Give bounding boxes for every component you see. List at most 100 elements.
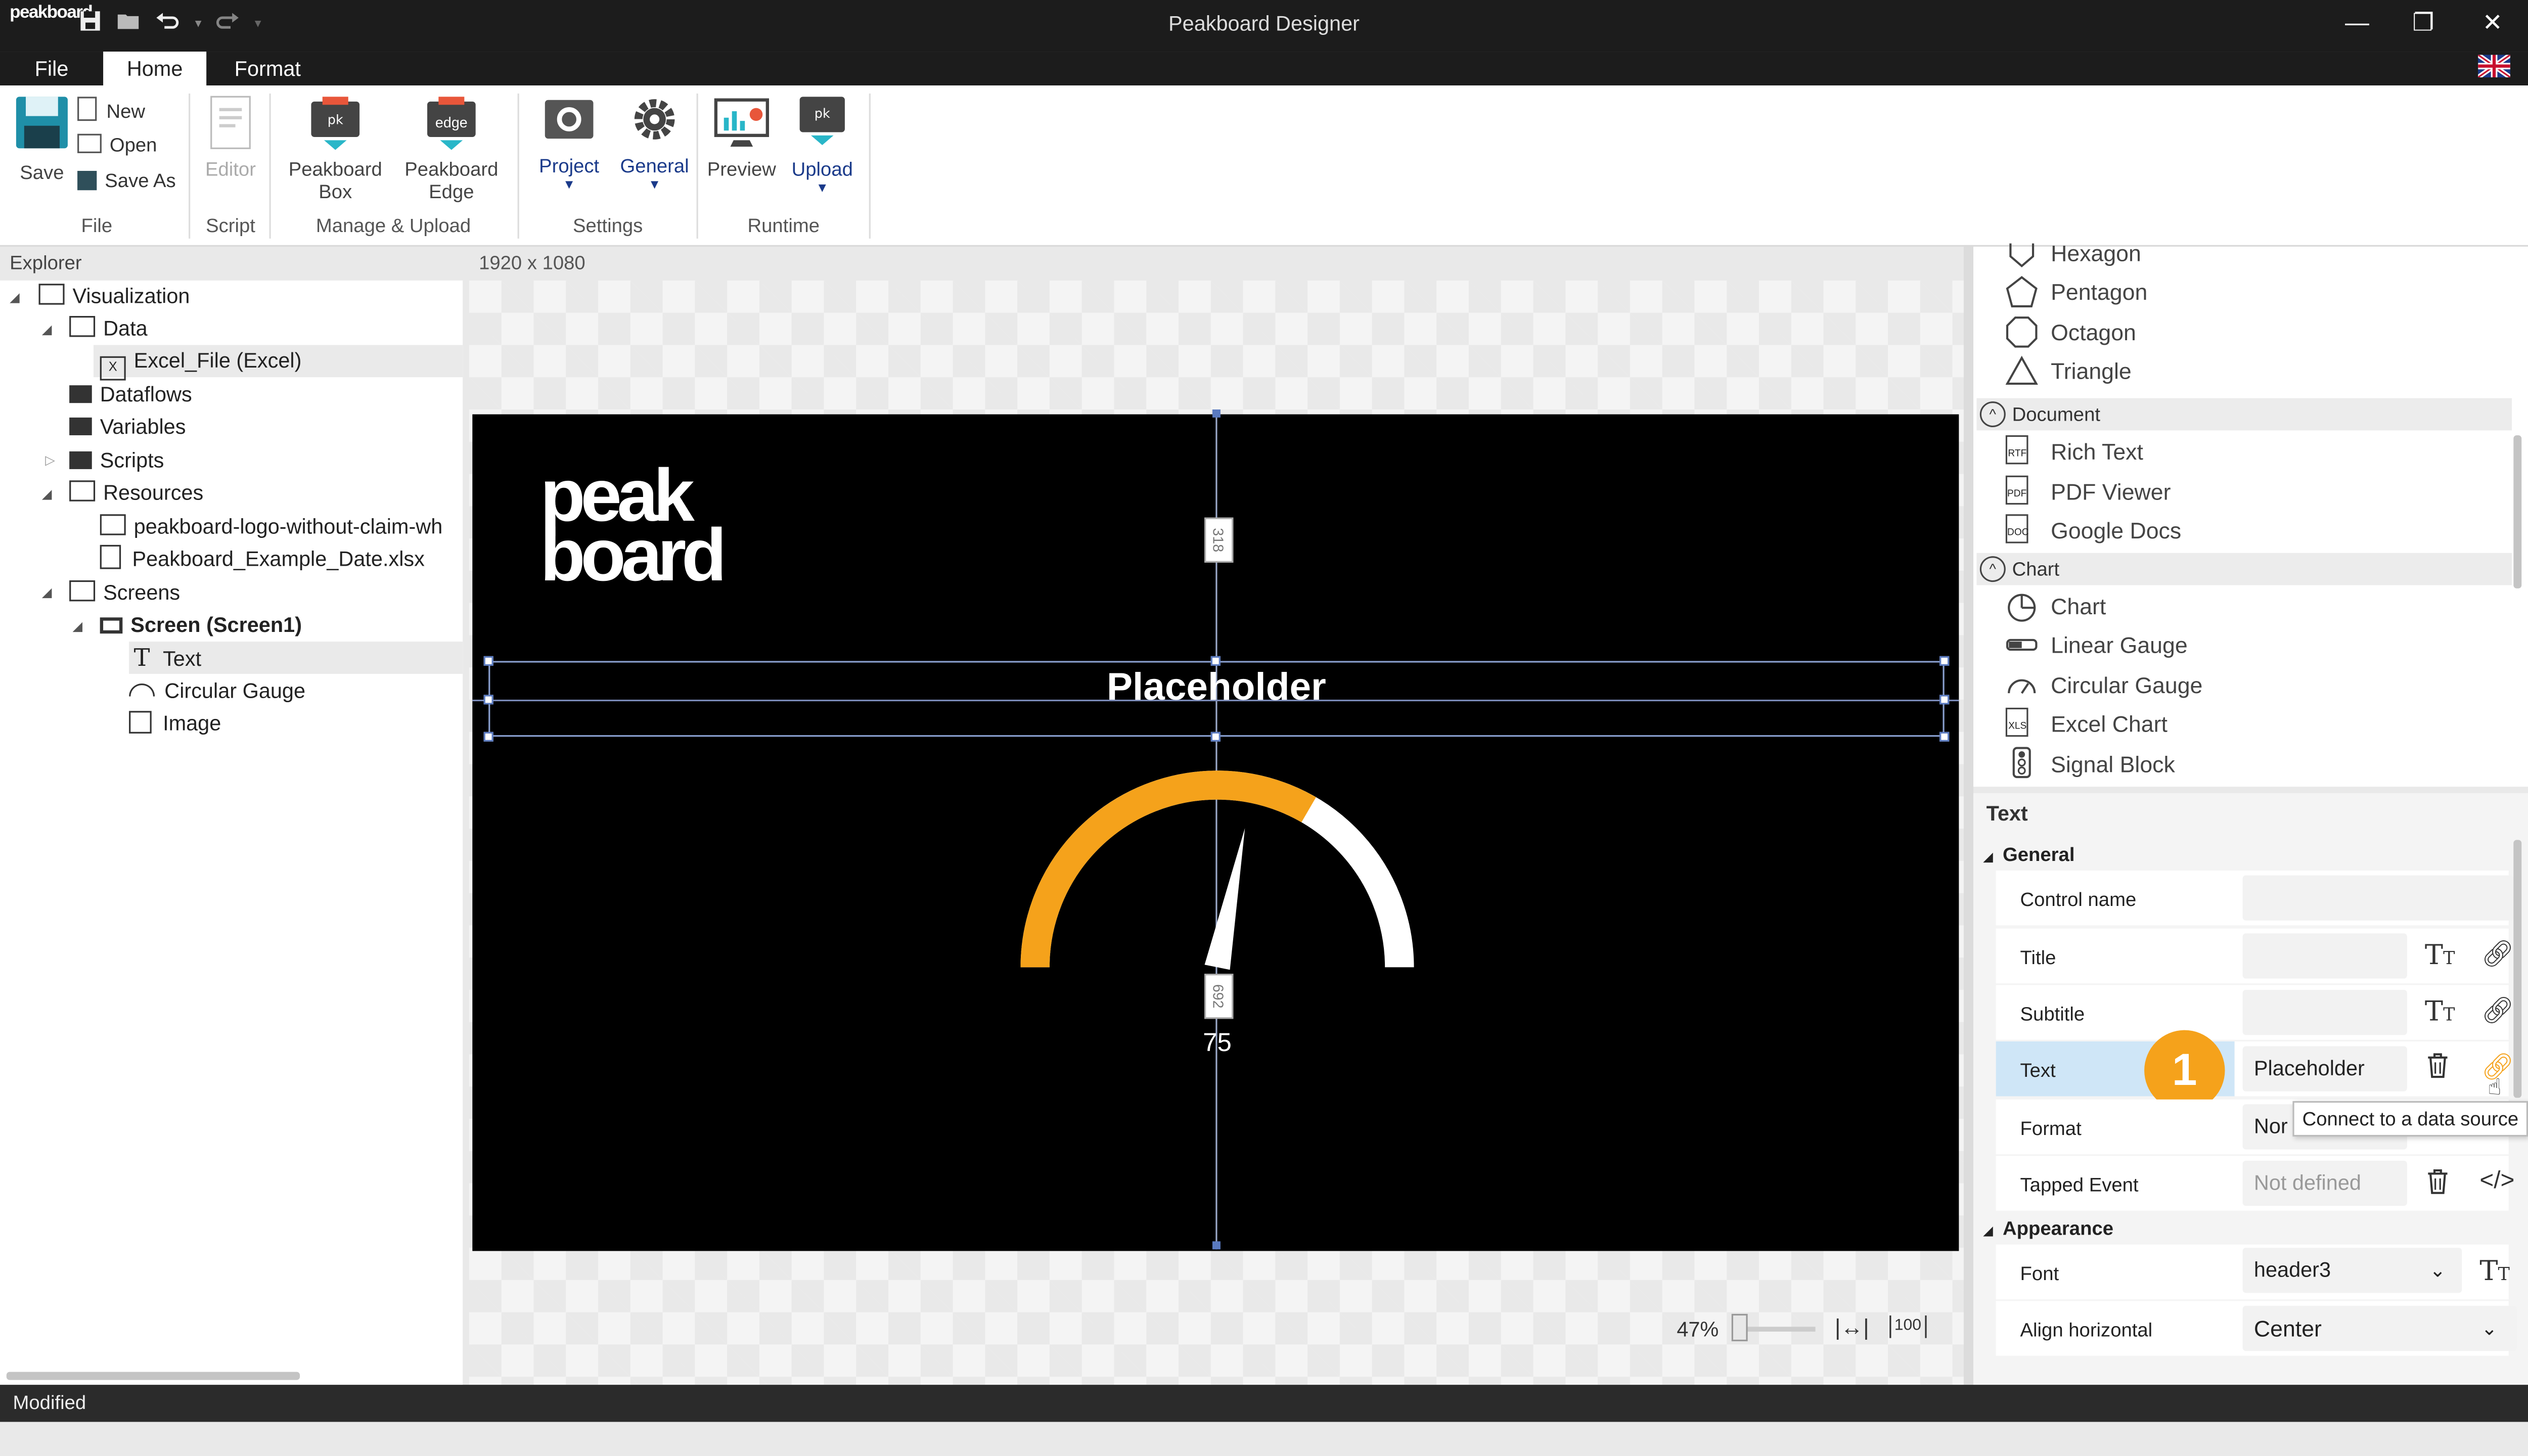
- tree-item-screens[interactable]: Screens: [69, 577, 180, 610]
- zoom-slider-track[interactable]: [1738, 1327, 1816, 1332]
- trash-icon[interactable]: [2426, 1169, 2449, 1195]
- expand-screens-icon[interactable]: ◢: [42, 585, 52, 600]
- actual-size-icon[interactable]: 100: [1889, 1315, 1926, 1338]
- text-input[interactable]: Placeholder: [2242, 1046, 2407, 1091]
- minimize-button[interactable]: —: [2333, 7, 2381, 42]
- general-button[interactable]: General ▼: [617, 95, 692, 192]
- open-button[interactable]: Open: [77, 133, 157, 156]
- save-as-button[interactable]: Save As: [77, 169, 176, 192]
- tree-item-scripts[interactable]: Scripts: [69, 445, 164, 477]
- tree-item-label: Excel_File (Excel): [133, 348, 302, 373]
- text-style-icon[interactable]: TT: [2479, 1256, 2510, 1288]
- toolbox-item-google-docs[interactable]: Google Docs: [2051, 518, 2181, 543]
- resize-handle[interactable]: [483, 732, 493, 742]
- section-label: Document: [2012, 403, 2101, 426]
- tree-item-text[interactable]: T Text: [129, 642, 463, 674]
- expand-scripts-icon[interactable]: ▷: [45, 453, 55, 468]
- group-appearance-header[interactable]: ◢ Appearance: [1983, 1217, 2113, 1240]
- tab-format[interactable]: Format: [222, 52, 313, 85]
- expand-data-icon[interactable]: ◢: [42, 323, 52, 337]
- toolbox-item-circular-gauge[interactable]: Circular Gauge: [2051, 672, 2202, 698]
- guide-handle-bottom[interactable]: [1212, 1241, 1221, 1250]
- collapse-triangle-icon: ◢: [1983, 849, 1993, 864]
- group-general-header[interactable]: ◢ General: [1983, 843, 2074, 866]
- link-icon[interactable]: 🔗︎: [2481, 994, 2514, 1027]
- tree-item-label: Screen (Screen1): [130, 612, 302, 637]
- tree-item-visualization[interactable]: Visualization: [38, 281, 190, 313]
- language-flag-icon[interactable]: [2478, 55, 2510, 78]
- resize-handle[interactable]: [483, 656, 493, 666]
- toolbox-item-chart[interactable]: Chart: [2051, 593, 2106, 619]
- toolbox-item-hexagon[interactable]: Hexagon: [2051, 240, 2141, 266]
- tree-item-dataflows[interactable]: Dataflows: [69, 379, 192, 411]
- trash-icon[interactable]: [2426, 1053, 2449, 1078]
- tab-home[interactable]: Home: [103, 52, 207, 86]
- tree-item-logo-resource[interactable]: peakboard-logo-without-claim-wh: [100, 511, 463, 543]
- expand-resources-icon[interactable]: ◢: [42, 487, 52, 502]
- project-button[interactable]: Project ▼: [532, 95, 606, 192]
- font-select[interactable]: header3 ⌄: [2242, 1248, 2462, 1293]
- resize-handle[interactable]: [1939, 732, 1950, 742]
- code-editor-icon[interactable]: </>: [2479, 1167, 2514, 1195]
- tree-item-excel-file[interactable]: X Excel_File (Excel): [93, 345, 463, 381]
- peakboard-edge-button[interactable]: edge Peakboard Edge: [400, 95, 503, 203]
- toolbox-section-chart[interactable]: ^ Chart: [1976, 553, 2512, 585]
- toolbox-item-excel-chart[interactable]: Excel Chart: [2051, 711, 2168, 737]
- monitor-icon: [100, 617, 123, 634]
- align-select[interactable]: Center ⌄: [2242, 1305, 2517, 1351]
- control-name-input[interactable]: [2242, 875, 2514, 921]
- tab-file[interactable]: File: [19, 52, 84, 85]
- title-input[interactable]: [2242, 933, 2407, 979]
- link-icon[interactable]: 🔗︎: [2481, 938, 2514, 971]
- tapped-event-input[interactable]: Not defined: [2242, 1160, 2407, 1206]
- explorer-horizontal-scrollbar[interactable]: [6, 1372, 300, 1380]
- resize-handle[interactable]: [483, 695, 493, 705]
- tree-item-circular-gauge[interactable]: Circular Gauge: [129, 675, 305, 708]
- resize-handle[interactable]: [1210, 732, 1221, 742]
- toolbox-section-document[interactable]: ^ Document: [1976, 398, 2512, 431]
- toolbox-item-linear-gauge[interactable]: Linear Gauge: [2051, 632, 2188, 658]
- xls-tag: XLS: [2008, 722, 2027, 732]
- peakboard-logo-image[interactable]: peak board: [540, 458, 782, 602]
- toolbox-item-pentagon[interactable]: Pentagon: [2051, 279, 2147, 305]
- expand-screen1-icon[interactable]: ◢: [72, 619, 82, 633]
- placeholder-text[interactable]: Placeholder: [488, 666, 1944, 711]
- tree-item-screen1[interactable]: Screen (Screen1): [100, 609, 302, 642]
- fit-width-icon[interactable]: |↔|: [1835, 1314, 1869, 1340]
- toolbox-item-signal-block[interactable]: Signal Block: [2051, 751, 2175, 777]
- new-button[interactable]: New: [77, 97, 145, 122]
- peakboard-box-button[interactable]: pk Peakboard Box: [284, 95, 387, 203]
- subtitle-input[interactable]: [2242, 989, 2407, 1035]
- upload-button[interactable]: pk Upload ▼: [785, 95, 860, 195]
- resize-handle[interactable]: [1210, 656, 1221, 666]
- resize-handle[interactable]: [1939, 695, 1950, 705]
- toolbox-item-rich-text[interactable]: Rich Text: [2051, 438, 2143, 464]
- tree-item-data[interactable]: Data: [69, 313, 148, 345]
- tree-item-label: Data: [103, 316, 148, 340]
- zoom-slider-thumb[interactable]: [1731, 1313, 1748, 1342]
- editor-button[interactable]: Editor: [200, 95, 261, 180]
- tree-item-image[interactable]: Image: [129, 708, 221, 740]
- text-style-icon[interactable]: TT: [2425, 940, 2455, 972]
- expand-visualization-icon[interactable]: ◢: [10, 290, 20, 305]
- resize-handle[interactable]: [1939, 656, 1950, 666]
- save-button[interactable]: Save: [13, 95, 71, 184]
- guide-handle-top[interactable]: [1212, 409, 1221, 418]
- canvas-vertical-scrollbar[interactable]: [1963, 246, 1974, 1385]
- tree-item-variables[interactable]: Variables: [69, 411, 186, 443]
- toolbox-item-octagon[interactable]: Octagon: [2051, 319, 2136, 345]
- restore-button[interactable]: ❐: [2399, 7, 2448, 42]
- save-label: Save: [20, 161, 64, 184]
- tree-item-excel-resource[interactable]: Peakboard_Example_Date.xlsx: [100, 543, 425, 576]
- toolbox-item-pdf-viewer[interactable]: PDF Viewer: [2051, 479, 2171, 505]
- tree-item-resources[interactable]: Resources: [69, 477, 203, 510]
- properties-scrollbar[interactable]: [2513, 840, 2522, 1098]
- toolbox-item-triangle[interactable]: Triangle: [2051, 358, 2132, 384]
- prop-label-font: Font: [2020, 1262, 2059, 1285]
- peakboard-box-label-1: Peakboard: [288, 158, 382, 181]
- toolbox-scrollbar[interactable]: [2513, 435, 2522, 588]
- text-style-icon[interactable]: TT: [2425, 996, 2455, 1029]
- close-button[interactable]: ✕: [2468, 7, 2517, 42]
- preview-button[interactable]: Preview: [704, 95, 779, 180]
- circular-gauge[interactable]: [1000, 758, 1435, 983]
